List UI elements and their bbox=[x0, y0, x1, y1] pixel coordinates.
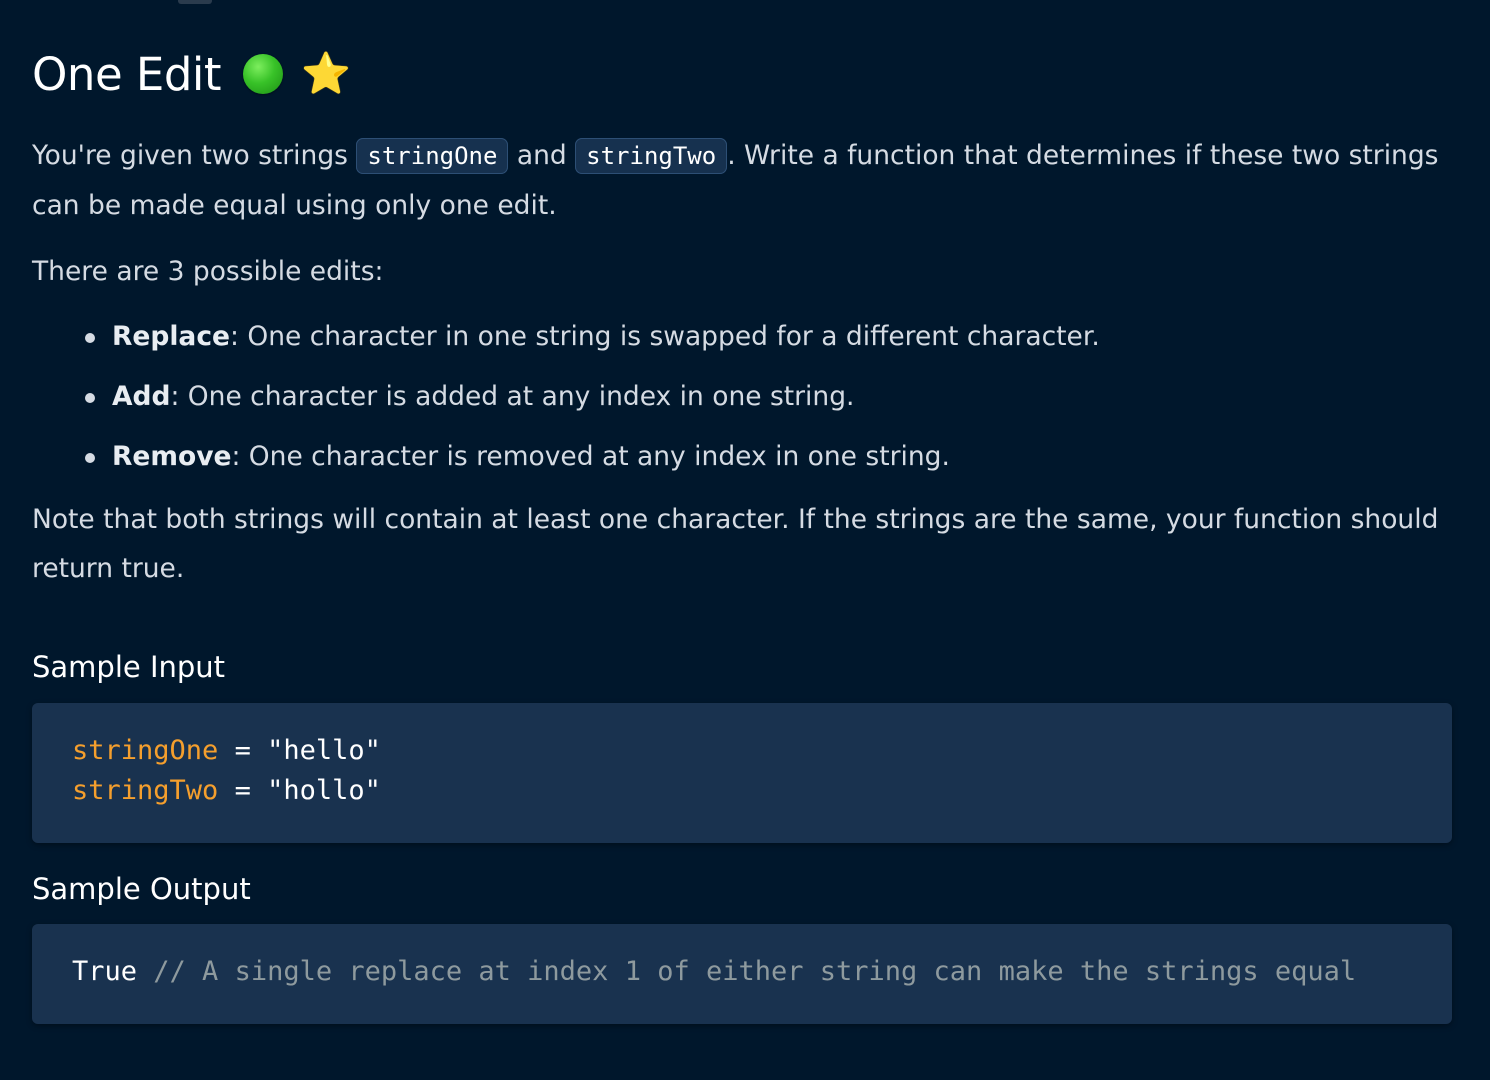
description-paragraph-2: There are 3 possible edits: bbox=[32, 256, 384, 287]
edit-term: Add bbox=[112, 381, 171, 412]
sample-input-heading: Sample Input bbox=[32, 650, 226, 684]
code-line: True // A single replace at index 1 of e… bbox=[72, 956, 1356, 987]
output-value: True bbox=[72, 956, 138, 987]
code-value: "hollo" bbox=[267, 775, 381, 806]
code-operator: = bbox=[218, 775, 268, 806]
edit-text: : One character in one string is swapped… bbox=[230, 321, 1100, 352]
problem-page: One Edit ⭐ You're given two strings stri… bbox=[0, 0, 1490, 1080]
edit-term: Remove bbox=[112, 441, 232, 472]
top-tab-indicator bbox=[178, 0, 212, 4]
code-operator: = bbox=[218, 735, 268, 766]
code-comment: // A single replace at index 1 of either… bbox=[137, 956, 1357, 987]
edits-list: Replace: One character in one string is … bbox=[80, 312, 1100, 492]
code-line: stringTwo = "hollo" bbox=[72, 775, 381, 806]
edit-text: : One character is added at any index in… bbox=[170, 381, 855, 412]
code-line: stringOne = "hello" bbox=[72, 735, 381, 766]
code-variable: stringTwo bbox=[72, 775, 219, 806]
title-row: One Edit ⭐ bbox=[32, 44, 351, 104]
sample-output-code-block: True // A single replace at index 1 of e… bbox=[32, 924, 1452, 1024]
list-item: Replace: One character in one string is … bbox=[80, 312, 1100, 372]
difficulty-circle-icon bbox=[243, 54, 284, 94]
list-item: Remove: One character is removed at any … bbox=[80, 432, 1100, 492]
description-paragraph-1: You're given two strings stringOne and s… bbox=[32, 131, 1442, 230]
text-segment: and bbox=[508, 140, 576, 171]
code-value: "hello" bbox=[267, 735, 381, 766]
edit-text: : One character is removed at any index … bbox=[231, 441, 950, 472]
edit-term: Replace bbox=[112, 321, 230, 352]
list-item: Add: One character is added at any index… bbox=[80, 372, 1100, 432]
text-segment: You're given two strings bbox=[32, 140, 357, 171]
sample-output-heading: Sample Output bbox=[32, 872, 251, 906]
star-icon[interactable]: ⭐ bbox=[301, 54, 351, 94]
code-variable: stringOne bbox=[72, 735, 219, 766]
page-title: One Edit bbox=[32, 47, 222, 101]
code-string-two: stringTwo bbox=[575, 138, 728, 174]
code-string-one: stringOne bbox=[356, 138, 509, 174]
description-paragraph-3: Note that both strings will contain at l… bbox=[32, 504, 1439, 584]
sample-input-code-block: stringOne = "hello" stringTwo = "hollo" bbox=[32, 703, 1452, 843]
